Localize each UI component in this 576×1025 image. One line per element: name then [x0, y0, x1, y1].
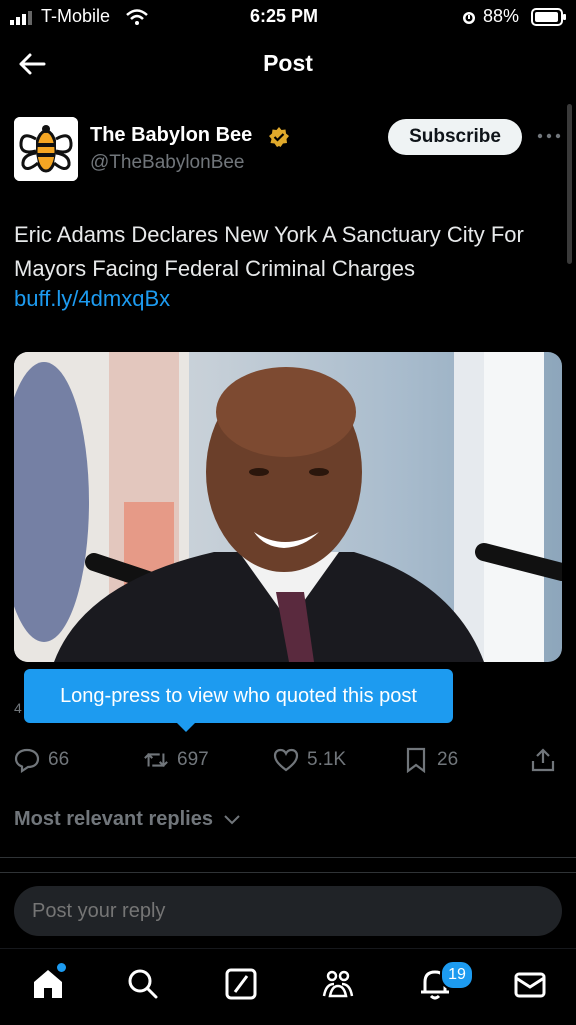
author-handle[interactable]: @TheBabylonBee	[90, 152, 245, 174]
chevron-down-icon	[223, 815, 240, 825]
author-name[interactable]: The Babylon Bee	[90, 124, 252, 147]
divider	[0, 857, 576, 858]
share-button[interactable]	[530, 743, 564, 777]
post-image[interactable]	[14, 352, 562, 662]
post-link[interactable]: buff.ly/4dmxqBx	[14, 286, 170, 312]
sort-replies-dropdown[interactable]: Most relevant replies	[14, 808, 241, 831]
bottom-tab-bar	[0, 948, 576, 1025]
post-photo	[14, 352, 562, 662]
cellular-signal-icon	[10, 11, 32, 25]
quote-tooltip[interactable]: Long-press to view who quoted this post	[24, 669, 453, 723]
reply-icon	[14, 748, 40, 773]
like-count: 5.1K	[307, 749, 347, 770]
tooltip-arrow	[176, 722, 196, 732]
share-icon	[531, 748, 555, 772]
grok-icon[interactable]	[223, 966, 259, 1002]
top-header: Post	[0, 34, 576, 96]
heart-icon	[273, 748, 299, 772]
home-notification-dot	[57, 963, 66, 972]
alarm-icon	[463, 12, 475, 24]
wifi-icon	[126, 9, 148, 25]
subscribe-button[interactable]: Subscribe	[388, 119, 522, 155]
partial-timestamp: 4	[14, 700, 22, 716]
reply-input[interactable]	[14, 886, 562, 936]
battery-percent: 88%	[483, 6, 520, 26]
divider	[0, 872, 576, 873]
page-title: Post	[263, 50, 313, 76]
scrollbar[interactable]	[567, 104, 572, 264]
post-text: Eric Adams Declares New York A Sanctuary…	[14, 222, 524, 281]
like-button[interactable]: 5.1K	[273, 743, 346, 777]
verified-badge-icon	[269, 127, 289, 147]
repost-count: 697	[177, 749, 209, 770]
clock: 6:25 PM	[250, 6, 319, 26]
reply-button[interactable]: 66	[14, 743, 69, 777]
carrier-label: T-Mobile	[41, 6, 111, 26]
communities-icon[interactable]	[320, 966, 356, 1002]
bookmark-icon	[406, 747, 426, 773]
repost-button[interactable]: 697	[143, 743, 209, 777]
status-bar: T-Mobile 6:25 PM 88%	[0, 0, 576, 34]
search-icon[interactable]	[125, 966, 161, 1002]
more-options-icon[interactable]	[536, 126, 562, 146]
avatar[interactable]	[14, 117, 78, 181]
bookmark-count: 26	[437, 749, 459, 770]
notifications-badge: 19	[440, 960, 474, 990]
sort-replies-label: Most relevant replies	[14, 808, 213, 830]
babylon-bee-logo-icon	[14, 117, 78, 181]
battery-icon	[531, 8, 566, 26]
reply-count: 66	[48, 749, 70, 770]
bookmark-button[interactable]: 26	[403, 743, 458, 777]
repost-icon	[144, 752, 168, 768]
messages-icon[interactable]	[512, 966, 548, 1002]
